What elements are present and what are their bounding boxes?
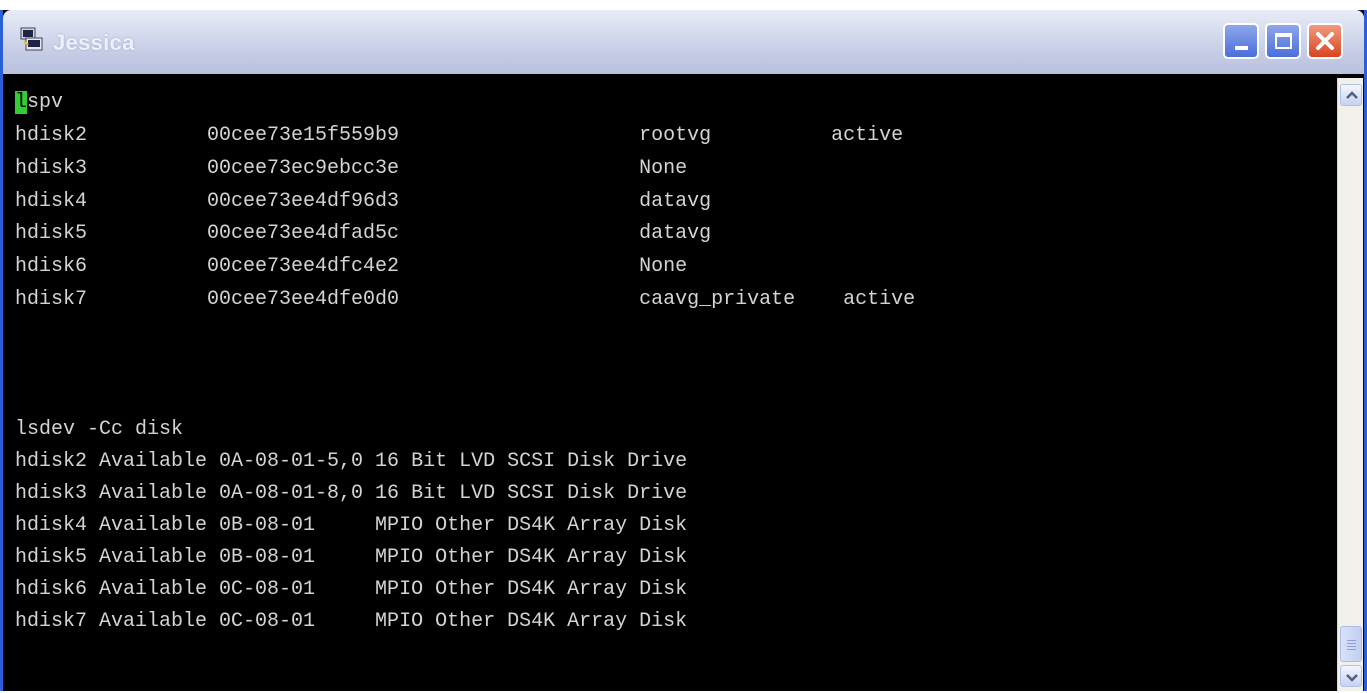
scrollbar-thumb[interactable] [1340,626,1362,662]
terminal-cursor: l [15,91,28,114]
terminal-line: lsdev -Cc disk [15,418,184,441]
terminal-line: hdisk4 Available 0B-08-01 MPIO Other DS4… [15,514,688,537]
terminal-line: hdisk2 Available 0A-08-01-5,0 16 Bit LVD… [15,450,688,473]
maximize-button[interactable] [1265,23,1301,59]
close-icon [1316,32,1334,50]
window-title: Jessica [53,30,135,55]
putty-window: Jessica lspv hdisk2 00cee73e15f559b9 roo… [0,10,1367,691]
terminal-line: hdisk5 00cee73ee4dfad5c datavg [15,222,712,245]
minimize-icon [1235,46,1248,50]
vertical-scrollbar[interactable] [1337,78,1363,691]
title-bar[interactable]: Jessica [3,10,1364,74]
scroll-up-button[interactable] [1340,84,1362,106]
maximize-icon [1275,33,1292,49]
terminal-line: hdisk2 00cee73e15f559b9 rootvg active [15,124,904,147]
terminal-line: hdisk6 Available 0C-08-01 MPIO Other DS4… [15,578,688,601]
scroll-down-button[interactable] [1340,665,1362,687]
chevron-down-icon [1346,674,1358,682]
terminal-line: hdisk3 Available 0A-08-01-8,0 16 Bit LVD… [15,482,688,505]
close-button[interactable] [1307,23,1343,59]
terminal-line: hdisk3 00cee73ec9ebcc3e None [15,157,688,180]
terminal-line: hdisk5 Available 0B-08-01 MPIO Other DS4… [15,546,688,569]
terminal-line: hdisk4 00cee73ee4df96d3 datavg [15,190,712,213]
chevron-up-icon [1346,91,1358,99]
terminal-line: hdisk6 00cee73ee4dfc4e2 None [15,255,688,278]
terminal-line: hdisk7 00cee73ee4dfe0d0 caavg_private ac… [15,288,916,311]
minimize-button[interactable] [1223,23,1259,59]
terminal-line: lspv [15,91,64,114]
putty-icon[interactable] [18,26,44,52]
terminal-output[interactable]: lspv hdisk2 00cee73e15f559b9 rootvg acti… [15,78,1335,691]
terminal-line: hdisk7 Available 0C-08-01 MPIO Other DS4… [15,610,688,633]
